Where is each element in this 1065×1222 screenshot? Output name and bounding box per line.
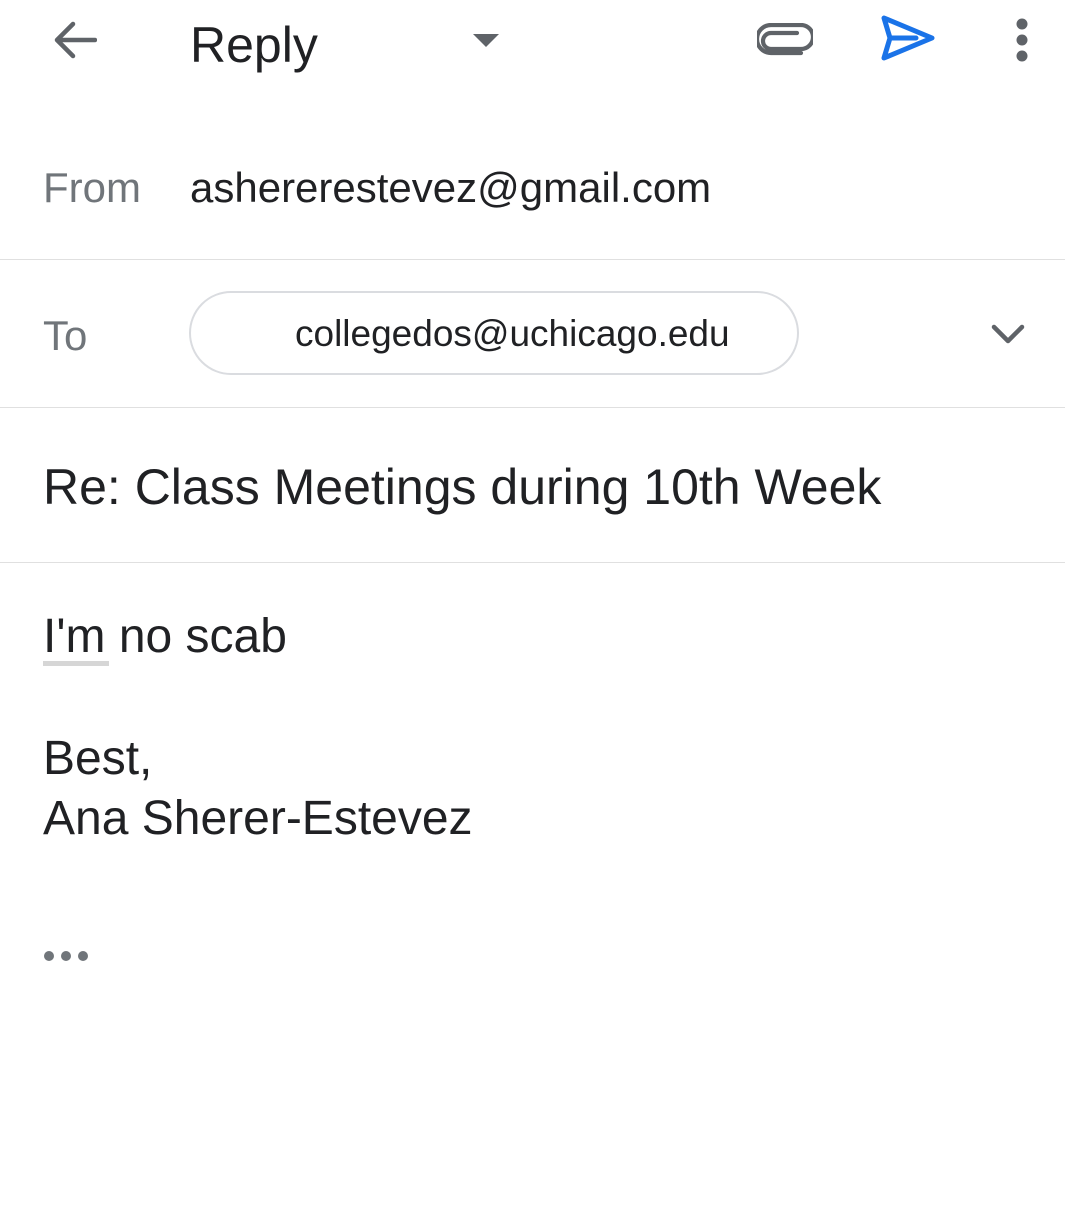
- more-options-button[interactable]: [996, 8, 1048, 72]
- show-quoted-text-button[interactable]: [36, 941, 96, 971]
- caret-down-icon: [473, 34, 499, 47]
- page-title: Reply: [190, 17, 318, 73]
- to-label: To: [43, 312, 88, 359]
- arrow-back-icon: [54, 21, 97, 59]
- back-button[interactable]: [40, 10, 108, 70]
- spellcheck-underline: [43, 661, 109, 666]
- expand-recipients-button[interactable]: [978, 306, 1038, 362]
- subject-field[interactable]: Re: Class Meetings during 10th Week: [0, 408, 1065, 563]
- body-line: Best,: [43, 732, 153, 785]
- from-row: From ashererestevez@gmail.com: [0, 112, 1065, 260]
- recipient-chip[interactable]: collegedos@uchicago.edu: [189, 291, 799, 375]
- body-line: I'm no scab: [43, 610, 287, 663]
- reply-mode-dropdown[interactable]: [460, 20, 512, 60]
- from-label: From: [43, 164, 141, 211]
- body-line: Ana Sherer-Estevez: [43, 792, 473, 845]
- subject-text: Re: Class Meetings during 10th Week: [43, 459, 882, 515]
- attach-button[interactable]: [750, 12, 820, 68]
- to-row: To collegedos@uchicago.edu: [0, 260, 1065, 408]
- chevron-down-icon: [991, 324, 1025, 344]
- from-account-selector[interactable]: ashererestevez@gmail.com: [190, 164, 711, 212]
- top-app-bar: Reply: [0, 0, 1065, 90]
- send-icon: [881, 15, 935, 61]
- compose-screen: Reply From ashererestevez@gmail.com To c…: [0, 0, 1065, 1222]
- send-button[interactable]: [872, 8, 944, 68]
- more-horizontal-icon: [44, 951, 88, 961]
- message-body[interactable]: I'm no scab Best, Ana Sherer-Estevez: [0, 563, 1065, 1222]
- recipient-email: collegedos@uchicago.edu: [295, 313, 730, 354]
- paperclip-icon: [757, 23, 813, 56]
- more-vertical-icon: [1016, 18, 1028, 62]
